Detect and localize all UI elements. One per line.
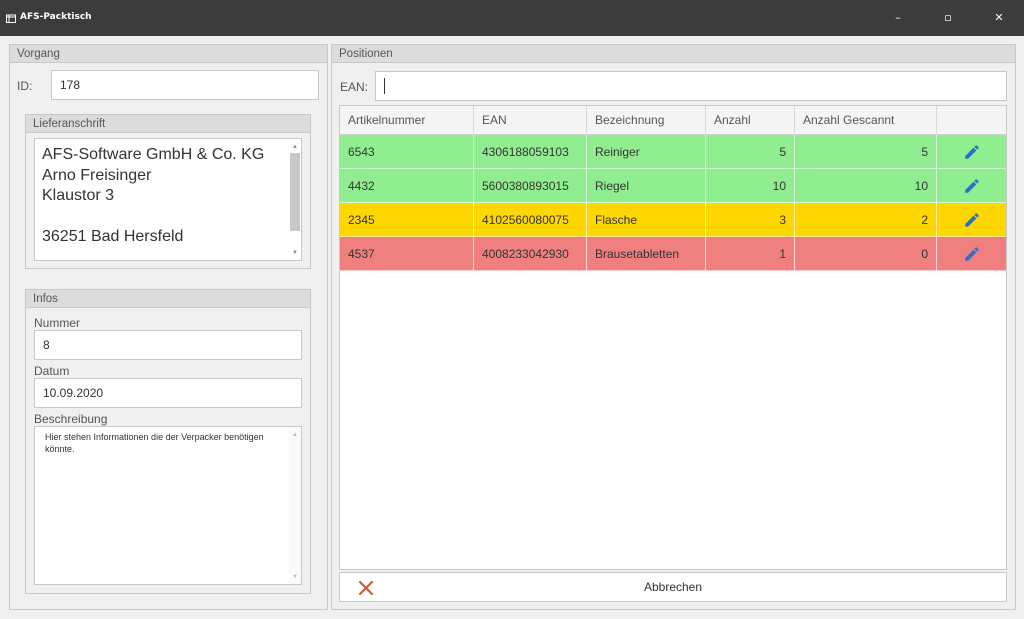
title-bar: AFS-Packtisch – ▫ ✕ [0,0,1024,36]
scroll-down-icon[interactable]: ▼ [289,571,301,583]
col-header-bezeichnung[interactable]: Bezeichnung [587,106,706,134]
cell-anzahl: 3 [706,203,795,237]
pencil-icon[interactable] [963,143,981,161]
scroll-down-icon[interactable]: ▼ [289,247,301,259]
edit-cell [937,135,1006,169]
edit-cell [937,169,1006,203]
table-row[interactable]: 2345 4102560080075 Flasche 3 2 [340,203,1006,237]
datum-field[interactable]: 10.09.2020 [34,378,302,408]
id-field[interactable]: 178 [51,70,319,100]
edit-cell [937,237,1006,271]
infos-header: Infos [26,290,310,308]
beschreibung-label: Beschreibung [34,412,108,426]
pencil-icon[interactable] [963,177,981,195]
cell-anzahl-gescannt: 5 [795,135,937,169]
col-header-ean[interactable]: EAN [474,106,587,134]
cell-anzahl: 10 [706,169,795,203]
pencil-icon[interactable] [963,245,981,263]
cell-anzahl-gescannt: 0 [795,237,937,271]
window-title: AFS-Packtisch [20,12,92,22]
scroll-up-icon[interactable]: ▲ [289,429,301,441]
vorgang-header: Vorgang [10,45,327,63]
positions-grid[interactable]: Artikelnummer EAN Bezeichnung Anzahl Anz… [339,105,1007,570]
datum-label: Datum [34,364,70,378]
cell-ean: 4102560080075 [474,203,587,237]
scroll-up-icon[interactable]: ▲ [289,141,301,153]
cell-bezeichnung: Flasche [587,203,706,237]
maximize-button[interactable]: ▫ [923,0,973,36]
col-header-artikelnummer[interactable]: Artikelnummer [340,106,474,134]
positionen-header: Positionen [332,45,1015,63]
cell-anzahl-gescannt: 2 [795,203,937,237]
close-window-button[interactable]: ✕ [974,0,1024,36]
grid-header: Artikelnummer EAN Bezeichnung Anzahl Anz… [340,106,1006,135]
col-header-edit [937,106,1006,134]
col-header-anzahl-gescannt[interactable]: Anzahl Gescannt [795,106,937,134]
text-cursor [384,78,385,94]
ean-label: EAN: [340,80,369,94]
cell-anzahl: 1 [706,237,795,271]
cell-ean: 5600380893015 [474,169,587,203]
cell-artikelnummer: 6543 [340,135,474,169]
cell-artikelnummer: 2345 [340,203,474,237]
cell-bezeichnung: Brausetabletten [587,237,706,271]
cell-ean: 4306188059103 [474,135,587,169]
beschreibung-text: Hier stehen Informationen die der Verpac… [45,432,264,454]
cell-ean: 4008233042930 [474,237,587,271]
lieferanschrift-header: Lieferanschrift [26,115,310,133]
address-scrollbar[interactable]: ▲ ▼ [289,139,301,260]
table-row[interactable]: 4432 5600380893015 Riegel 10 10 [340,169,1006,203]
table-row[interactable]: 4537 4008233042930 Brausetabletten 1 0 [340,237,1006,271]
nummer-field[interactable]: 8 [34,330,302,360]
address-field[interactable]: AFS-Software GmbH & Co. KG Arno Freising… [34,138,302,261]
cell-artikelnummer: 4432 [340,169,474,203]
table-row[interactable]: 6543 4306188059103 Reiniger 5 5 [340,135,1006,169]
address-text: AFS-Software GmbH & Co. KG Arno Freising… [42,146,265,245]
edit-cell [937,203,1006,237]
scroll-thumb[interactable] [290,153,300,231]
abbrechen-label: Abbrechen [643,580,703,594]
app-icon [6,14,16,23]
abbrechen-button[interactable]: Abbrechen [339,572,1007,602]
beschreibung-scrollbar[interactable]: ▲ ▼ [289,427,301,584]
cell-anzahl-gescannt: 10 [795,169,937,203]
ean-input[interactable] [375,71,1007,101]
minimize-button[interactable]: – [873,0,923,36]
col-header-anzahl[interactable]: Anzahl [706,106,795,134]
id-label: ID: [17,79,33,93]
cell-anzahl: 5 [706,135,795,169]
cell-bezeichnung: Riegel [587,169,706,203]
pencil-icon[interactable] [963,211,981,229]
nummer-label: Nummer [34,316,81,330]
cell-artikelnummer: 4537 [340,237,474,271]
cell-bezeichnung: Reiniger [587,135,706,169]
beschreibung-field[interactable]: Hier stehen Informationen die der Verpac… [34,426,302,585]
